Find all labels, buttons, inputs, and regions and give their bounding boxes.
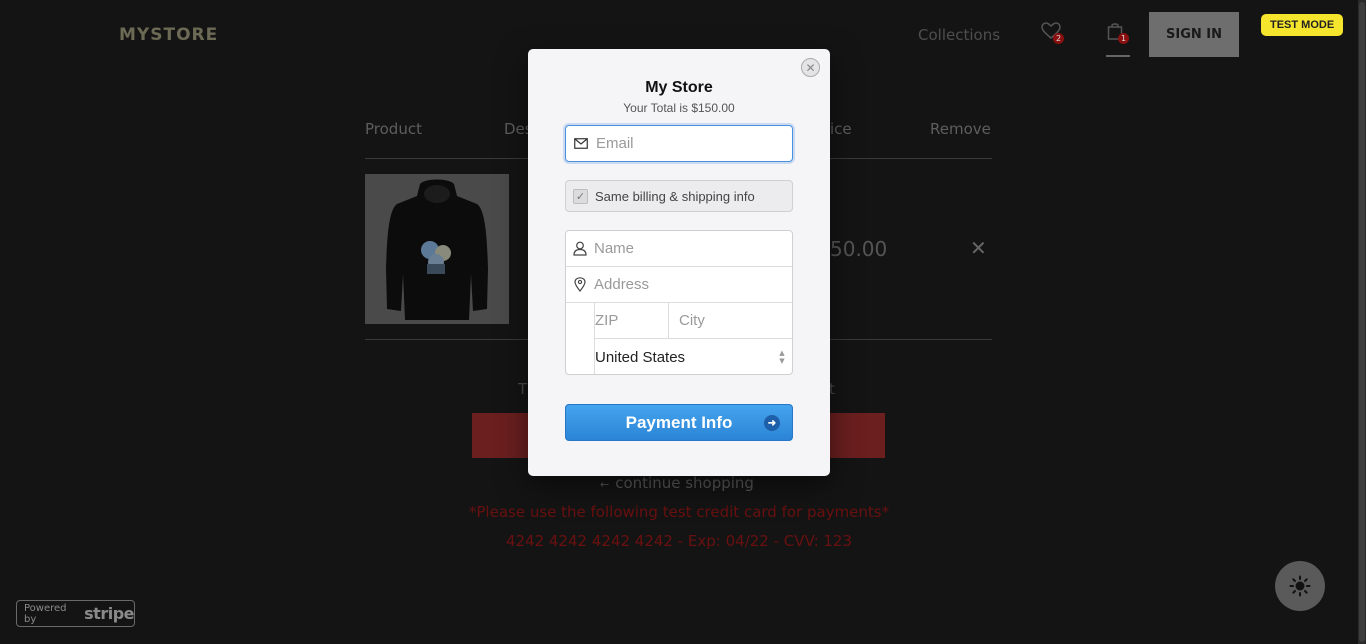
wishlist-count-badge: 2 [1053, 33, 1064, 44]
store-logo[interactable]: MYSTORE [119, 25, 218, 45]
stripe-wordmark: stripe [84, 604, 134, 623]
country-select[interactable]: United States ▲ ▼ [594, 339, 792, 374]
cart-icon[interactable]: 1 [1107, 22, 1133, 46]
close-icon[interactable]: ✕ [801, 58, 820, 77]
sign-in-button[interactable]: SIGN IN [1149, 12, 1239, 57]
back-arrow-icon: ← [600, 478, 610, 491]
test-card-details: 4242 4242 4242 4242 - Exp: 04/22 - CVV: … [505, 532, 853, 550]
same-billing-checkbox[interactable]: ✓ [573, 188, 588, 204]
country-value: United States [595, 348, 686, 366]
address-field[interactable] [566, 267, 792, 303]
nav-collections-link[interactable]: Collections [918, 26, 1000, 44]
same-billing-checkbox-row[interactable]: ✓ Same billing & shipping info [565, 180, 793, 212]
page-scrollbar[interactable] [1358, 0, 1366, 644]
cart-active-underline [1106, 55, 1130, 57]
city-input[interactable] [679, 312, 792, 329]
product-image-hoodie[interactable] [365, 174, 509, 324]
select-arrows-icon: ▲ ▼ [779, 349, 785, 365]
email-input[interactable] [596, 135, 792, 152]
location-pin-icon [566, 277, 594, 292]
zip-input[interactable] [595, 312, 668, 329]
modal-total-text: Your Total is $150.00 [623, 101, 735, 115]
theme-toggle-button[interactable] [1275, 561, 1325, 611]
item-price-partial: 50.00 [830, 237, 888, 261]
address-field-group: United States ▲▼ [565, 230, 793, 375]
test-mode-badge: TEST MODE [1261, 14, 1344, 36]
payment-info-button[interactable]: Payment Info ➜ [565, 404, 793, 441]
wishlist-icon[interactable]: 2 [1041, 22, 1067, 46]
checkout-modal: ✕ My Store Your Total is $150.00 ✓ Same … [528, 49, 830, 476]
powered-by-stripe-badge[interactable]: Powered by stripe [16, 600, 135, 627]
cart-count-badge: 1 [1118, 33, 1129, 44]
column-header-price: ice [830, 120, 852, 138]
payment-info-label: Payment Info [625, 412, 733, 432]
zip-field[interactable] [594, 303, 669, 339]
same-billing-label: Same billing & shipping info [595, 188, 755, 204]
powered-by-label: Powered by [24, 602, 67, 625]
name-field[interactable] [566, 231, 792, 267]
mail-icon [566, 138, 596, 149]
continue-shopping-label: continue shopping [615, 474, 754, 492]
name-input[interactable] [594, 240, 792, 257]
scrollbar-thumb[interactable] [1359, 2, 1365, 642]
email-field[interactable] [565, 125, 793, 162]
total-label-partial: T [518, 380, 528, 398]
arrow-right-icon: ➜ [764, 415, 780, 431]
address-input[interactable] [594, 276, 792, 293]
column-header-remove: Remove [930, 120, 991, 138]
continue-shopping-link[interactable]: ← continue shopping [600, 474, 754, 492]
sun-icon [1289, 575, 1311, 597]
remove-item-icon[interactable]: ✕ [970, 236, 987, 260]
user-icon [566, 241, 594, 256]
city-field[interactable] [669, 303, 792, 339]
test-card-notice: *Please use the following test credit ca… [468, 503, 890, 521]
column-header-product: Product [365, 120, 422, 138]
modal-store-name: My Store [645, 79, 713, 96]
